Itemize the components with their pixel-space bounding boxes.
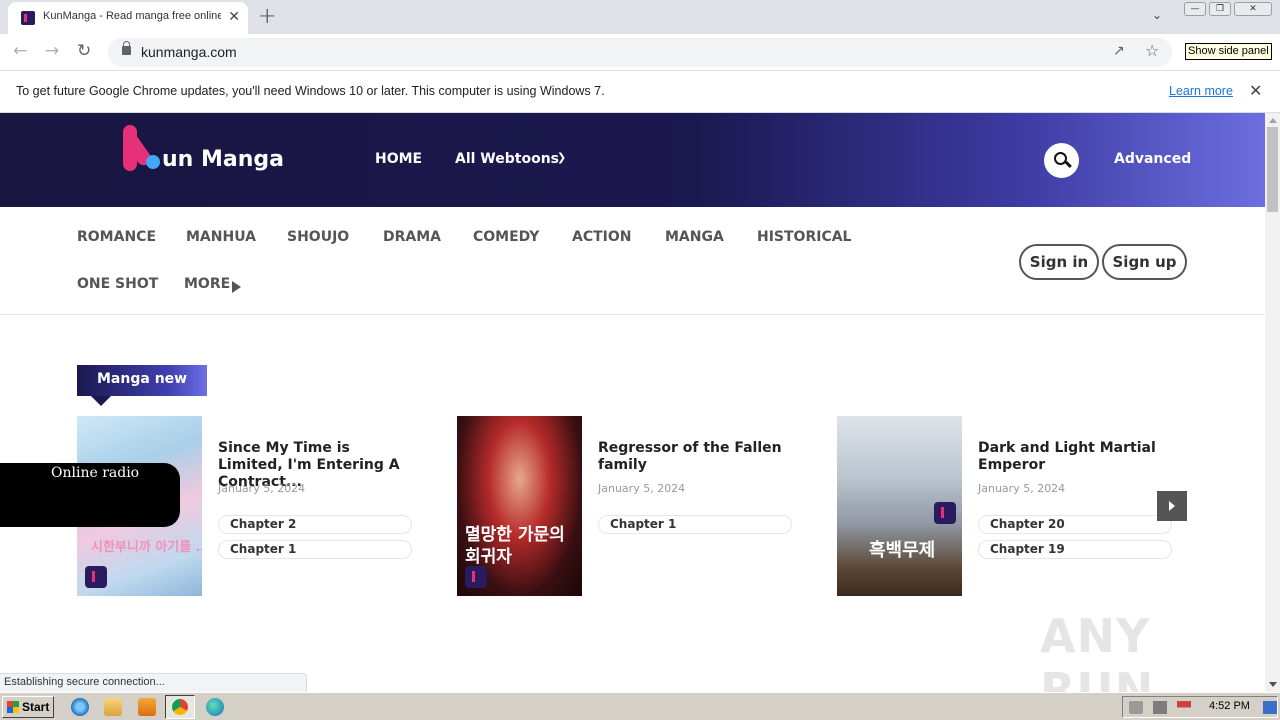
- edge-icon[interactable]: [206, 698, 224, 716]
- browser-toolbar: ← → ↻ kunmanga.com ↗ ☆ Show side panel: [0, 34, 1280, 71]
- genre-manga[interactable]: MANGA: [665, 229, 724, 245]
- system-tray: 4:52 PM: [1122, 696, 1278, 718]
- page-viewport: un Manga HOME All Webtoons ❯ Advanced RO…: [0, 113, 1265, 692]
- chapter-link[interactable]: Chapter 1: [218, 540, 412, 559]
- file-explorer-icon[interactable]: [104, 698, 122, 716]
- nav-all-webtoons-link[interactable]: All Webtoons: [455, 151, 559, 167]
- kunmanga-badge-icon: [85, 566, 107, 588]
- side-panel-tooltip: Show side panel: [1185, 43, 1272, 60]
- clock[interactable]: 4:52 PM: [1209, 700, 1250, 712]
- genre-more[interactable]: MORE: [184, 276, 230, 292]
- reload-icon[interactable]: ↻: [77, 41, 91, 61]
- minimize-button[interactable]: —: [1184, 2, 1206, 16]
- manga-cover[interactable]: 멸망한 가문의 회귀자: [457, 416, 582, 596]
- start-label: Start: [22, 700, 50, 714]
- cover-title-text: 멸망한 가문의 회귀자: [465, 525, 565, 567]
- bookmark-star-icon[interactable]: ☆: [1145, 41, 1159, 60]
- address-bar[interactable]: kunmanga.com ↗ ☆: [108, 38, 1172, 67]
- infobar-message: To get future Google Chrome updates, you…: [16, 84, 605, 98]
- logo-dot: [146, 155, 160, 169]
- genre-historical[interactable]: HISTORICAL: [757, 229, 851, 245]
- chevron-down-icon[interactable]: ❯: [557, 151, 566, 164]
- section-title-notch: [91, 396, 111, 406]
- new-tab-button[interactable]: +: [258, 4, 276, 29]
- back-arrow-icon[interactable]: ←: [13, 41, 27, 61]
- close-window-button[interactable]: ✕: [1234, 2, 1272, 16]
- share-icon[interactable]: ↗: [1113, 43, 1125, 59]
- carousel-next-button[interactable]: [1157, 491, 1187, 521]
- cover-title-text: 시한부니까 아기를 …: [91, 540, 202, 555]
- online-radio-label: Online radio: [51, 465, 140, 481]
- tab-strip: KunManga - Read manga free online ✕ + ⌄ …: [0, 0, 1280, 34]
- tab-close-icon[interactable]: ✕: [228, 9, 240, 25]
- lock-icon[interactable]: [122, 41, 131, 55]
- status-bar: Establishing secure connection...: [0, 673, 307, 692]
- manga-card: 흑백무제 Dark and Light Martial Emperor Janu…: [837, 416, 1182, 596]
- browser-tab[interactable]: KunManga - Read manga free online ✕: [8, 2, 248, 34]
- genre-comedy[interactable]: COMEDY: [473, 229, 539, 245]
- manga-date: January 5, 2024: [218, 482, 306, 495]
- search-button[interactable]: [1044, 143, 1079, 178]
- manga-date: January 5, 2024: [598, 482, 686, 495]
- chapter-link[interactable]: Chapter 19: [978, 540, 1172, 559]
- manga-card: 멸망한 가문의 회귀자 Regressor of the Fallen fami…: [457, 416, 802, 596]
- nav-home-link[interactable]: HOME: [375, 151, 422, 167]
- manga-date: January 5, 2024: [978, 482, 1066, 495]
- caret-right-icon[interactable]: [232, 281, 241, 293]
- forward-arrow-icon[interactable]: →: [45, 41, 59, 61]
- genre-romance[interactable]: ROMANCE: [77, 229, 156, 245]
- genre-shoujo[interactable]: SHOUJO: [287, 229, 349, 245]
- network-icon[interactable]: [1153, 701, 1167, 714]
- chapter-link[interactable]: Chapter 1: [598, 515, 792, 534]
- internet-explorer-icon[interactable]: [71, 698, 89, 716]
- genre-drama[interactable]: DRAMA: [383, 229, 441, 245]
- manga-title[interactable]: Dark and Light Martial Emperor: [978, 440, 1178, 474]
- page-scrollbar[interactable]: [1265, 113, 1280, 692]
- nav-advanced-link[interactable]: Advanced: [1114, 151, 1191, 167]
- tab-search-chevron-icon[interactable]: ⌄: [1152, 8, 1162, 22]
- chapter-link[interactable]: Chapter 2: [218, 515, 412, 534]
- kunmanga-badge-icon: [465, 566, 487, 588]
- media-player-icon[interactable]: [138, 698, 156, 716]
- manga-cover[interactable]: 흑백무제: [837, 416, 962, 596]
- show-desktop-icon[interactable]: [1263, 701, 1277, 714]
- chrome-icon: [172, 699, 188, 715]
- genre-action[interactable]: ACTION: [572, 229, 632, 245]
- search-icon-handle: [1065, 160, 1072, 168]
- restore-button[interactable]: ❐: [1209, 2, 1231, 16]
- section-title: Manga new: [97, 371, 188, 387]
- tab-title: KunManga - Read manga free online: [43, 10, 221, 22]
- action-center-flag-icon[interactable]: [1177, 701, 1191, 714]
- logo-text: un Manga: [162, 147, 284, 172]
- kunmanga-badge-icon: [934, 502, 956, 524]
- sign-up-button[interactable]: Sign up: [1102, 244, 1187, 280]
- scroll-up-arrow-icon[interactable]: [1269, 118, 1277, 123]
- manga-title[interactable]: Regressor of the Fallen family: [598, 440, 798, 474]
- cover-title-text: 흑백무제: [869, 540, 936, 561]
- url-text[interactable]: kunmanga.com: [141, 44, 237, 60]
- section-title-badge: Manga new: [77, 365, 207, 396]
- scrollbar-thumb[interactable]: [1267, 127, 1278, 212]
- windows-logo-icon: [7, 701, 19, 713]
- update-infobar: To get future Google Chrome updates, you…: [0, 71, 1280, 113]
- volume-icon[interactable]: [1129, 701, 1143, 714]
- chrome-taskbar-button[interactable]: [165, 695, 195, 719]
- site-header: un Manga HOME All Webtoons ❯ Advanced: [0, 113, 1265, 207]
- anyrun-watermark: ANY RUN: [1040, 609, 1155, 692]
- genre-one-shot[interactable]: ONE SHOT: [77, 276, 158, 292]
- windows-taskbar: Start 4:52 PM: [0, 692, 1280, 720]
- start-button[interactable]: Start: [2, 696, 54, 718]
- sign-in-button[interactable]: Sign in: [1019, 244, 1099, 280]
- site-favicon-icon: [21, 11, 35, 25]
- infobar-close-icon[interactable]: ✕: [1249, 81, 1262, 100]
- learn-more-link[interactable]: Learn more: [1169, 84, 1233, 98]
- scroll-down-arrow-icon[interactable]: [1269, 682, 1277, 687]
- online-radio-widget[interactable]: Online radio: [0, 463, 180, 527]
- chapter-link[interactable]: Chapter 20: [978, 515, 1172, 534]
- genre-manhua[interactable]: MANHUA: [186, 229, 256, 245]
